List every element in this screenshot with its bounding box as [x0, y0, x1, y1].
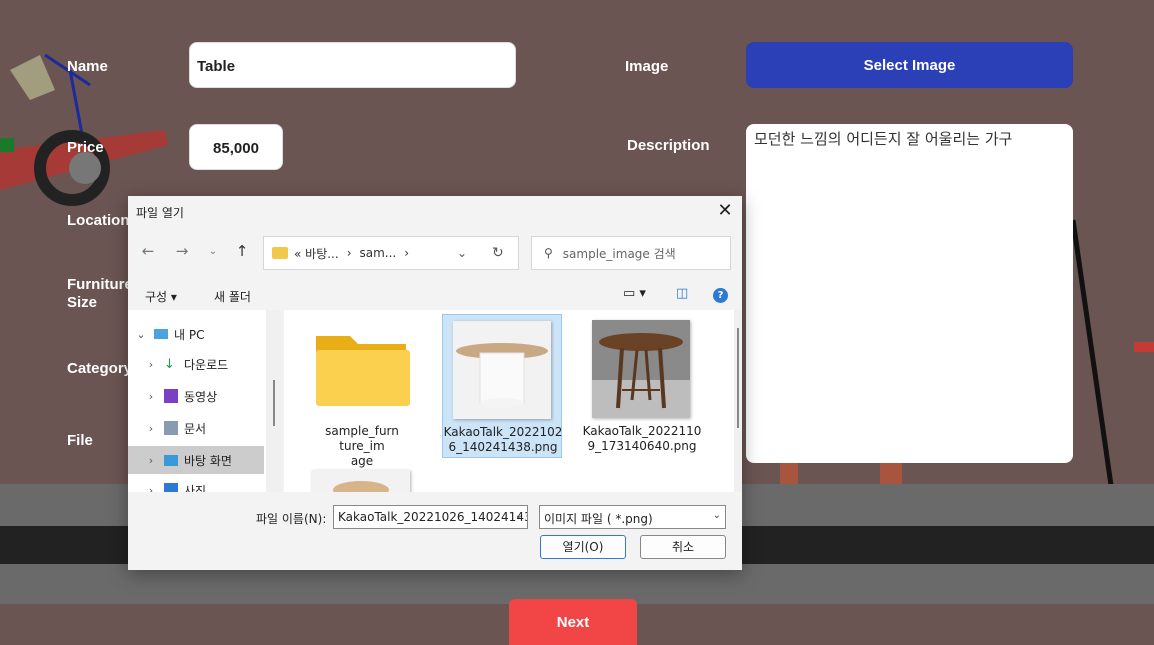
search-icon: ⚲: [544, 246, 553, 260]
back-arrow-icon[interactable]: ←: [138, 242, 158, 260]
chevron-down-icon[interactable]: ⌄: [515, 510, 523, 521]
nav-item-pictures[interactable]: › 사진: [128, 476, 266, 492]
filename-label: 파일 이름(N):: [256, 512, 327, 526]
desktop-icon: [164, 454, 178, 466]
filetype-value: 이미지 파일 ( *.png): [544, 512, 653, 526]
image-thumbnail: [592, 320, 690, 418]
filename-input[interactable]: KakaoTalk_20221026_14024143 ⌄: [333, 505, 528, 529]
video-icon: [164, 389, 178, 403]
file-list-scrollbar[interactable]: [734, 310, 742, 492]
new-folder-button[interactable]: 새 폴더: [214, 288, 251, 305]
navigation-pane: ⌄ 내 PC › ↓ 다운로드 › 동영상 › 문서 › 바탕 화면 › 사진: [128, 310, 266, 492]
file-name-line: KakaoTalk_2022102: [443, 425, 563, 439]
organize-button[interactable]: 구성 ▾: [145, 288, 177, 305]
nav-item-documents[interactable]: › 문서: [128, 414, 266, 442]
file-name-line: 9_173140640.png: [587, 439, 697, 453]
search-box[interactable]: ⚲ sample_image 검색: [531, 236, 731, 270]
file-name: KakaoTalk_2022102 6_140241438.png: [443, 425, 563, 455]
image-thumbnail: [453, 321, 551, 419]
breadcrumb-2[interactable]: sam...: [360, 246, 397, 260]
breadcrumb-separator: ›: [404, 246, 410, 260]
chevron-right-icon[interactable]: ›: [144, 390, 158, 403]
pictures-icon: [164, 483, 178, 492]
help-icon[interactable]: ?: [713, 288, 728, 303]
image-thumbnail: [312, 470, 410, 492]
breadcrumb-separator: ›: [346, 246, 352, 260]
nav-item-this-pc[interactable]: ⌄ 내 PC: [128, 320, 266, 348]
filetype-select[interactable]: 이미지 파일 ( *.png) ⌄: [539, 505, 726, 529]
nav-item-desktop[interactable]: › 바탕 화면: [128, 446, 264, 474]
file-name-line: sample_furn ture_im: [325, 424, 399, 453]
history-chevron-icon[interactable]: ⌄: [203, 246, 223, 257]
name-input[interactable]: Table: [189, 42, 516, 88]
download-icon: ↓: [164, 357, 175, 372]
document-icon: [164, 421, 178, 435]
preview-pane-icon[interactable]: ◫: [676, 286, 688, 301]
chevron-down-icon[interactable]: ⌄: [134, 328, 148, 341]
category-label: Category: [67, 360, 133, 377]
forward-arrow-icon[interactable]: →: [172, 242, 192, 260]
view-icon[interactable]: ▭ ▾: [623, 286, 646, 301]
file-name: KakaoTalk_2022110 9_173140640.png: [582, 424, 702, 454]
description-label: Description: [627, 137, 710, 154]
chevron-down-icon[interactable]: ⌄: [457, 246, 467, 260]
cancel-button[interactable]: 취소: [640, 535, 726, 559]
file-name-line: 6_140241438.png: [448, 440, 558, 454]
nav-label: 동영상: [184, 389, 218, 404]
refresh-icon[interactable]: ↻: [492, 245, 504, 261]
nav-label: 다운로드: [184, 357, 229, 372]
breadcrumb-1[interactable]: « 바탕...: [294, 245, 339, 262]
chevron-right-icon[interactable]: ›: [144, 358, 158, 371]
file-open-dialog: 파일 열기 ✕ ← → ⌄ ↑ « 바탕... › sam... › ⌄ ↻ ⚲…: [128, 196, 742, 570]
file-name: sample_furn ture_im age: [302, 424, 422, 469]
nav-label: 사진: [184, 483, 207, 493]
file-item-kakaotalk-2[interactable]: KakaoTalk_2022110 9_173140640.png: [582, 314, 702, 458]
search-placeholder: sample_image 검색: [562, 246, 676, 261]
chevron-down-icon[interactable]: ⌄: [713, 510, 721, 521]
up-arrow-icon[interactable]: ↑: [232, 242, 252, 260]
price-input[interactable]: 85,000: [189, 124, 283, 170]
dialog-title: 파일 열기: [136, 206, 184, 220]
folder-icon: [272, 247, 288, 259]
nav-item-videos[interactable]: › 동영상: [128, 382, 266, 410]
select-image-button[interactable]: Select Image: [746, 42, 1073, 88]
computer-icon: [154, 329, 168, 339]
description-textarea[interactable]: 모던한 느낌의 어디든지 잘 어울리는 가구: [746, 124, 1073, 463]
address-bar[interactable]: « 바탕... › sam... › ⌄ ↻: [263, 236, 519, 270]
nav-label: 내 PC: [174, 327, 205, 342]
file-label: File: [67, 432, 93, 449]
file-name-line: KakaoTalk_2022110: [582, 424, 702, 438]
nav-item-downloads[interactable]: › ↓ 다운로드: [128, 350, 266, 378]
open-button[interactable]: 열기(O): [540, 535, 626, 559]
chevron-right-icon[interactable]: ›: [144, 454, 158, 467]
nav-label: 바탕 화면: [184, 453, 232, 468]
nav-scrollbar[interactable]: [266, 310, 282, 492]
nav-label: 문서: [184, 421, 207, 436]
furniture-size-label-1: Furniture: [67, 276, 133, 293]
file-item-folder[interactable]: sample_furn ture_im age: [302, 314, 422, 468]
image-label: Image: [625, 58, 669, 75]
location-label: Location: [67, 212, 130, 229]
furniture-size-label-2: Size: [67, 294, 98, 311]
price-label: Price: [67, 139, 104, 156]
next-button[interactable]: Next: [509, 599, 637, 645]
name-label: Name: [67, 58, 108, 75]
file-item-partial[interactable]: [302, 464, 422, 492]
filename-value: KakaoTalk_20221026_14024143: [338, 510, 528, 524]
file-list: sample_furn ture_im age KakaoTalk_202210…: [284, 310, 734, 492]
file-item-kakaotalk-1[interactable]: KakaoTalk_2022102 6_140241438.png: [442, 314, 562, 458]
chevron-right-icon[interactable]: ›: [144, 422, 158, 435]
chevron-right-icon[interactable]: ›: [144, 484, 158, 493]
folder-icon: [316, 336, 410, 406]
close-icon[interactable]: ✕: [714, 200, 736, 222]
